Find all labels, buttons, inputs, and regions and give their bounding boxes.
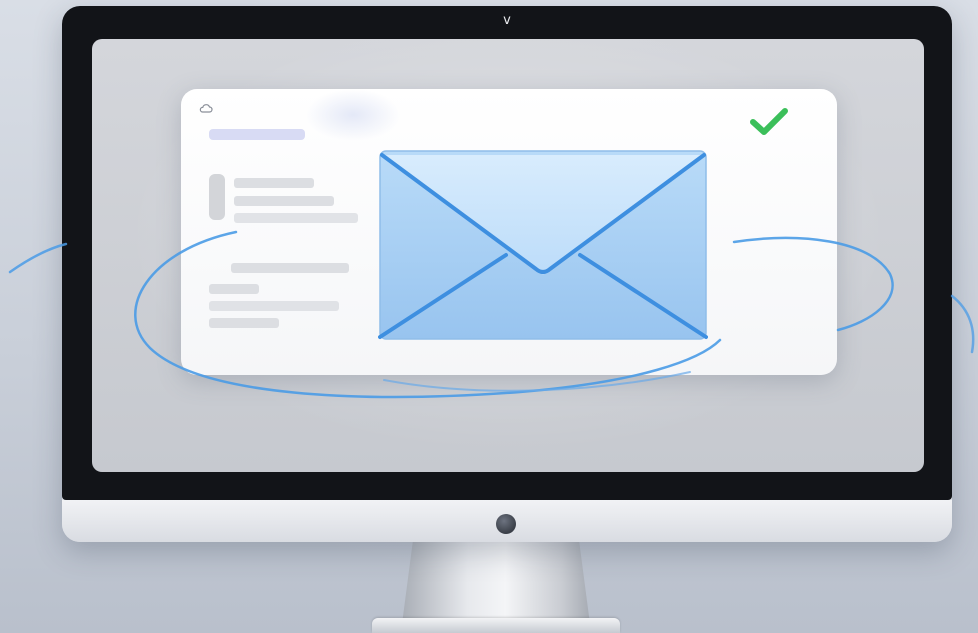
monitor: v xyxy=(62,6,952,542)
text-placeholder xyxy=(234,178,314,188)
text-placeholder xyxy=(209,284,259,294)
text-placeholder xyxy=(231,263,349,273)
monitor-stand-neck xyxy=(402,538,590,624)
chevron-down-icon: v xyxy=(503,13,511,28)
text-placeholder xyxy=(209,301,339,311)
title-placeholder xyxy=(209,129,305,140)
text-placeholder xyxy=(234,196,334,206)
cloud-icon xyxy=(199,104,213,113)
monitor-bezel: v xyxy=(62,6,952,500)
envelope-icon xyxy=(378,150,708,340)
sidebar-handle[interactable] xyxy=(209,174,225,220)
email-window[interactable] xyxy=(181,89,837,375)
monitor-stand-base xyxy=(372,618,620,633)
text-placeholder xyxy=(234,213,358,223)
power-button-icon[interactable] xyxy=(496,514,516,534)
text-placeholder xyxy=(209,318,279,328)
title-bar-glow xyxy=(305,89,401,141)
check-icon xyxy=(750,108,788,135)
screen xyxy=(92,39,924,472)
